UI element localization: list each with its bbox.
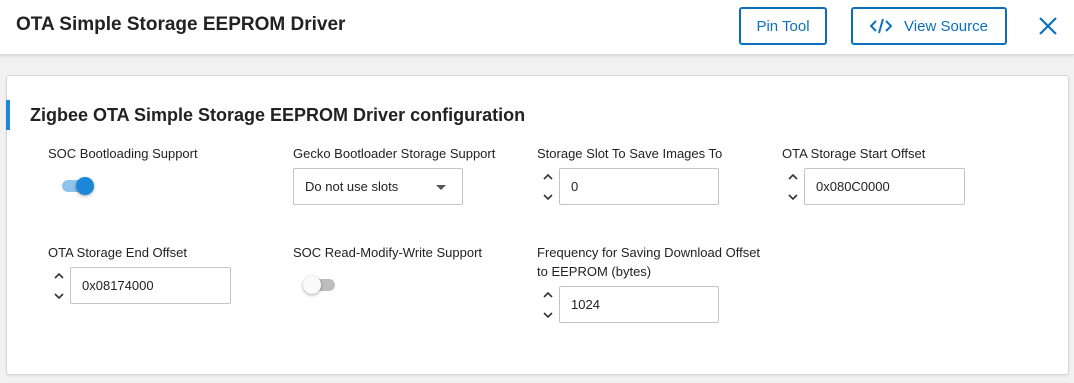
save-frequency-label-line2: to EEPROM (bytes) [537, 264, 652, 279]
end-offset-value: 0x08174000 [82, 278, 154, 293]
start-offset-label: OTA Storage Start Offset [782, 146, 926, 161]
save-frequency-value: 1024 [571, 297, 600, 312]
gecko-storage-select[interactable]: Do not use slots [293, 168, 463, 205]
page-title: OTA Simple Storage EEPROM Driver [16, 14, 346, 35]
rmw-support-label: SOC Read-Modify-Write Support [293, 245, 483, 260]
start-offset-stepper-icon[interactable] [787, 171, 799, 203]
storage-slot-label: Storage Slot To Save Images To [537, 146, 723, 161]
soc-bootloading-label: SOC Bootloading Support [48, 146, 198, 161]
pin-tool-button[interactable]: Pin Tool [739, 7, 827, 45]
start-offset-value: 0x080C0000 [816, 179, 890, 194]
end-offset-stepper-icon[interactable] [53, 270, 65, 302]
toggle-knob [303, 276, 321, 294]
code-icon [870, 18, 893, 34]
save-frequency-label-line1: Frequency for Saving Download Offset [537, 245, 761, 260]
save-frequency-input[interactable]: 1024 [559, 286, 719, 323]
view-source-button[interactable]: View Source [851, 7, 1007, 45]
view-source-label: View Source [904, 17, 988, 35]
save-frequency-stepper-icon[interactable] [542, 289, 554, 321]
start-offset-input[interactable]: 0x080C0000 [804, 168, 965, 205]
toggle-knob [76, 177, 94, 195]
pin-tool-label: Pin Tool [756, 17, 810, 35]
storage-slot-input[interactable]: 0 [559, 168, 719, 205]
page-header: OTA Simple Storage EEPROM Driver Pin Too… [0, 0, 1074, 55]
close-icon[interactable] [1036, 14, 1060, 38]
storage-slot-stepper-icon[interactable] [542, 171, 554, 203]
end-offset-label: OTA Storage End Offset [48, 245, 187, 260]
storage-slot-value: 0 [571, 179, 579, 194]
rmw-support-toggle[interactable] [303, 275, 337, 295]
end-offset-input[interactable]: 0x08174000 [70, 267, 231, 304]
configuration-card: Zigbee OTA Simple Storage EEPROM Driver … [6, 75, 1069, 375]
gecko-storage-value: Do not use slots [305, 179, 399, 194]
configuration-title: Zigbee OTA Simple Storage EEPROM Driver … [30, 105, 526, 125]
soc-bootloading-toggle[interactable] [60, 176, 94, 196]
section-accent-bar [6, 100, 10, 130]
gecko-storage-label: Gecko Bootloader Storage Support [293, 146, 496, 161]
dropdown-caret-icon [436, 185, 446, 190]
